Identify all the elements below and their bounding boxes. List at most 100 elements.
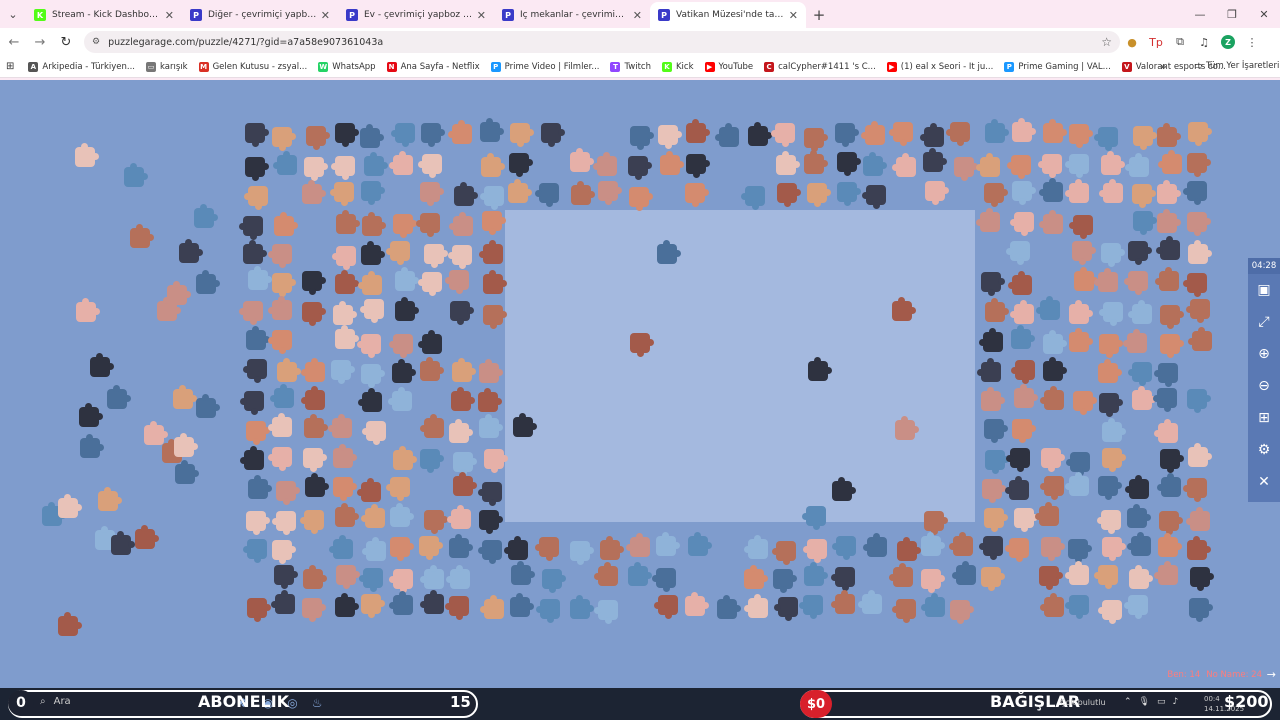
puzzle-piece[interactable] — [656, 567, 677, 588]
puzzle-piece[interactable] — [107, 385, 132, 410]
puzzle-piece[interactable] — [1069, 564, 1089, 585]
puzzle-piece[interactable] — [744, 565, 769, 589]
puzzle-piece[interactable] — [245, 156, 266, 177]
tab-close-icon[interactable]: ✕ — [477, 9, 486, 22]
puzzle-piece[interactable] — [1132, 211, 1153, 232]
puzzle-piece[interactable] — [952, 535, 973, 556]
puzzle-piece[interactable] — [1099, 392, 1120, 413]
puzzle-piece[interactable] — [1158, 422, 1179, 443]
puzzle-piece[interactable] — [79, 434, 104, 459]
puzzle-piece[interactable] — [243, 450, 264, 471]
puzzle-piece[interactable] — [483, 304, 504, 325]
puzzle-piece[interactable] — [924, 511, 945, 531]
puzzle-piece[interactable] — [76, 298, 101, 323]
extensions-puzzle-icon[interactable]: ⧉ — [1168, 30, 1192, 54]
puzzle-piece[interactable] — [1129, 478, 1150, 499]
puzzle-piece[interactable] — [1187, 443, 1212, 468]
puzzle-piece[interactable] — [58, 493, 83, 518]
puzzle-piece[interactable] — [451, 123, 472, 144]
puzzle-piece[interactable] — [134, 524, 159, 549]
puzzle-piece[interactable] — [745, 185, 766, 206]
puzzle-piece[interactable] — [1014, 359, 1035, 380]
puzzle-piece[interactable] — [361, 363, 382, 384]
puzzle-piece[interactable] — [419, 181, 440, 202]
puzzle-piece[interactable] — [807, 539, 828, 560]
puzzle-piece[interactable] — [1187, 388, 1208, 409]
browser-tab[interactable]: P Vatikan Müzesi'nde tavanda ✕ — [650, 2, 806, 28]
puzzle-piece[interactable] — [78, 402, 103, 427]
puzzle-piece[interactable] — [1069, 182, 1090, 203]
puzzle-piece[interactable] — [247, 474, 272, 499]
puzzle-piece[interactable] — [1068, 124, 1089, 145]
puzzle-piece[interactable] — [924, 127, 945, 148]
puzzle-piece[interactable] — [333, 300, 358, 325]
puzzle-piece[interactable] — [1043, 356, 1068, 381]
puzzle-piece[interactable] — [276, 481, 297, 502]
puzzle-piece[interactable] — [302, 448, 323, 469]
bookmark-item[interactable]: M Gelen Kutusu - zsyal... — [198, 61, 307, 72]
puzzle-piece[interactable] — [922, 148, 947, 173]
puzzle-piece[interactable] — [540, 598, 561, 619]
puzzle-piece[interactable] — [1073, 266, 1098, 291]
puzzle-piece[interactable] — [483, 449, 504, 470]
puzzle-piece[interactable] — [392, 595, 413, 616]
puzzle-piece[interactable] — [1069, 452, 1090, 473]
puzzle-piece[interactable] — [247, 539, 268, 560]
puzzle-piece[interactable] — [245, 420, 266, 441]
puzzle-piece[interactable] — [1127, 595, 1148, 616]
puzzle-piece[interactable] — [174, 432, 199, 457]
puzzle-piece[interactable] — [1044, 597, 1065, 618]
puzzle-piece[interactable] — [1159, 510, 1180, 531]
puzzle-piece[interactable] — [508, 152, 529, 173]
puzzle-piece[interactable] — [276, 155, 297, 176]
puzzle-piece[interactable] — [1102, 448, 1123, 469]
puzzle-piece[interactable] — [1156, 123, 1181, 148]
puzzle-piece[interactable] — [1191, 331, 1212, 352]
puzzle-piece[interactable] — [360, 481, 381, 502]
puzzle-piece[interactable] — [773, 568, 794, 589]
puzzle-piece[interactable] — [450, 387, 475, 412]
puzzle-piece[interactable] — [925, 597, 946, 618]
puzzle-piece[interactable] — [1127, 240, 1148, 261]
puzzle-piece[interactable] — [925, 181, 946, 202]
puzzle-piece[interactable] — [360, 123, 385, 148]
puzzle-piece[interactable] — [629, 125, 650, 146]
puzzle-piece[interactable] — [335, 245, 356, 266]
puzzle-piece[interactable] — [449, 595, 470, 616]
puzzle-piece[interactable] — [1011, 325, 1036, 349]
puzzle-piece[interactable] — [984, 297, 1009, 322]
puzzle-piece[interactable] — [629, 537, 650, 558]
browser-tab[interactable]: P İç mekanlar - çevrimiçi yapboz ✕ — [494, 2, 650, 28]
tab-close-icon[interactable]: ✕ — [321, 9, 330, 22]
puzzle-piece[interactable] — [363, 152, 388, 177]
puzzle-piece[interactable] — [272, 243, 293, 264]
puzzle-piece[interactable] — [983, 419, 1004, 440]
puzzle-piece[interactable] — [1102, 599, 1123, 620]
puzzle-piece[interactable] — [331, 360, 352, 381]
puzzle-piece[interactable] — [483, 186, 504, 207]
site-info-icon[interactable]: ⚙ — [92, 37, 100, 47]
puzzle-piece[interactable] — [360, 181, 381, 201]
puzzle-piece[interactable] — [1009, 240, 1030, 261]
puzzle-piece[interactable] — [332, 476, 353, 497]
puzzle-piece[interactable] — [804, 562, 829, 587]
puzzle-piece[interactable] — [1068, 299, 1093, 324]
puzzle-piece[interactable] — [1098, 564, 1119, 585]
puzzle-piece[interactable] — [1010, 155, 1031, 175]
puzzle-piece[interactable] — [271, 446, 292, 467]
new-tab-button[interactable]: + — [806, 2, 832, 28]
bookmark-item[interactable]: W WhatsApp — [318, 61, 376, 72]
puzzle-piece[interactable] — [1157, 208, 1182, 233]
sort-pieces-icon[interactable]: ⊞ — [1248, 402, 1280, 434]
puzzle-piece[interactable] — [195, 270, 220, 294]
tab-search-icon[interactable]: ⌄ — [0, 0, 26, 28]
puzzle-piece[interactable] — [360, 241, 385, 266]
puzzle-piece[interactable] — [395, 123, 416, 144]
puzzle-piece[interactable] — [483, 244, 504, 265]
puzzle-piece[interactable] — [452, 216, 473, 237]
puzzle-piece[interactable] — [953, 157, 974, 178]
zoom-in-icon[interactable]: ⊕ — [1248, 338, 1280, 370]
puzzle-piece[interactable] — [243, 216, 264, 237]
puzzle-piece[interactable] — [1102, 418, 1127, 443]
puzzle-piece[interactable] — [920, 568, 941, 589]
